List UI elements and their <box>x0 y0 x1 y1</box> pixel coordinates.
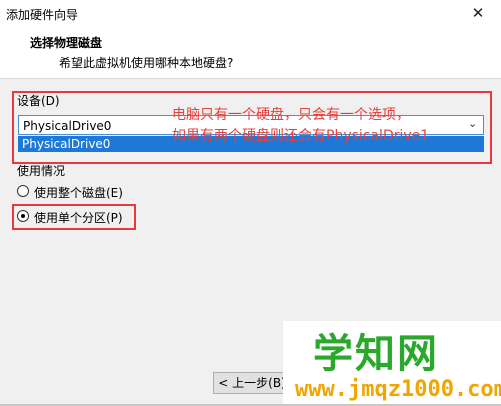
wizard-content: 设备(D) PhysicalDrive0 ⌄ PhysicalDrive0 使用… <box>0 79 501 406</box>
watermark-logo: 学知网 www.jmqz1000.com <box>283 321 501 406</box>
annotation-note-line2: 如果有两个硬盘则还会有PhysicalDrive1 <box>172 128 430 144</box>
page-title: 选择物理磁盘 <box>30 36 103 50</box>
watermark-main: 学知网 <box>313 331 439 377</box>
close-icon[interactable]: ✕ <box>462 2 494 24</box>
wizard-header: 选择物理磁盘 希望此虚拟机使用哪种本地硬盘? <box>0 26 501 79</box>
watermark-url: www.jmqz1000.com <box>295 377 501 402</box>
annotation-box-partition <box>12 204 136 230</box>
annotation-note-line1: 电脑只有一个硬盘，只会有一个选项， <box>172 107 410 123</box>
radio-whole-disk[interactable]: 使用整个磁盘(E) <box>17 183 217 201</box>
radio-label: 使用整个磁盘(E) <box>34 186 123 200</box>
radio-circle[interactable] <box>17 185 29 197</box>
usage-label: 使用情况 <box>17 164 66 178</box>
window-title: 添加硬件向导 <box>6 8 79 22</box>
title-bar: 添加硬件向导 ✕ <box>0 0 501 26</box>
back-button[interactable]: < 上一步(B) <box>213 372 291 394</box>
page-subtitle: 希望此虚拟机使用哪种本地硬盘? <box>59 56 234 70</box>
